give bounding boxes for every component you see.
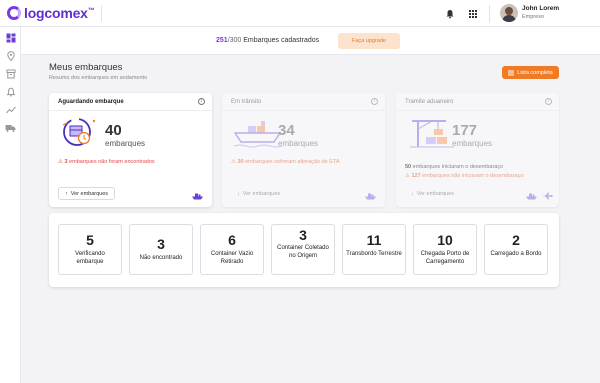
card-title: Tramite aduaneiro bbox=[405, 99, 454, 105]
arrow-down-icon: ↓ bbox=[237, 190, 240, 197]
info-icon[interactable]: i bbox=[371, 98, 378, 105]
step-label: Verificando embarque bbox=[75, 251, 105, 265]
step-card[interactable]: 5 Verificando embarque bbox=[58, 224, 122, 275]
step-card[interactable]: 2 Carregado a Bordo bbox=[484, 224, 548, 275]
step-count: 6 bbox=[228, 232, 236, 248]
step-count: 11 bbox=[366, 232, 382, 248]
view-shipments-button[interactable]: ↓ Ver embarques bbox=[231, 187, 286, 200]
port-crane-icon bbox=[410, 120, 454, 148]
avatar[interactable] bbox=[500, 4, 518, 22]
step-count: 3 bbox=[157, 236, 165, 252]
step-card[interactable]: 10 Chegada Porto de Carregamento bbox=[413, 224, 477, 275]
card-count: 40 bbox=[105, 122, 122, 139]
trend-icon[interactable] bbox=[5, 104, 16, 115]
warning-icon: ⚠ bbox=[58, 159, 63, 165]
card-count-label: embarques bbox=[278, 139, 319, 148]
info-icon[interactable]: i bbox=[545, 98, 552, 105]
divider bbox=[489, 5, 490, 23]
full-list-button[interactable]: Lista completa bbox=[502, 66, 559, 79]
archive-icon[interactable] bbox=[5, 68, 16, 79]
card-count-label: embarques bbox=[105, 139, 146, 148]
card-count: 177 bbox=[452, 122, 478, 139]
full-list-label: Lista completa bbox=[517, 69, 553, 76]
view-shipments-button[interactable]: ↑ Ver embarques bbox=[58, 187, 116, 200]
page-subtitle: Resumo dos embarques em andamento bbox=[49, 75, 148, 81]
location-pin-icon[interactable] bbox=[5, 50, 16, 61]
step-label: Container Vazio Retirado bbox=[210, 251, 254, 265]
arrow-down-icon: ↓ bbox=[411, 190, 414, 197]
step-card[interactable]: 11 Transbordo Terrestre bbox=[342, 224, 406, 275]
card-alert: ⚠ 127 embarques não iniciaram o desembar… bbox=[405, 173, 523, 179]
brand-name: logcomex bbox=[24, 5, 88, 21]
truck-icon[interactable] bbox=[5, 122, 16, 133]
step-count: 2 bbox=[512, 232, 520, 248]
dashboard-icon[interactable] bbox=[5, 32, 16, 43]
info-icon[interactable]: i bbox=[198, 98, 205, 105]
plan-used: 251 bbox=[216, 37, 228, 44]
card-in-transit: Em trânsito i 34 embarques ⚠ 30 embarque… bbox=[222, 93, 385, 207]
card-customs-clearance: Tramite aduaneiro i 177 embarques 50 emb… bbox=[396, 93, 559, 207]
clock-box-icon bbox=[62, 118, 96, 146]
step-card[interactable]: 3 Container Coletado no Origem bbox=[271, 224, 335, 275]
alarm-icon[interactable] bbox=[5, 86, 16, 97]
user-name[interactable]: John Lorem bbox=[522, 5, 559, 12]
trademark: ™ bbox=[87, 7, 95, 15]
plan-usage-bar: 251/300 Embarques cadastrados Faça upgra… bbox=[21, 27, 600, 55]
view-shipments-label: Ver embarques bbox=[70, 190, 109, 197]
user-company: Empreso bbox=[522, 14, 545, 20]
container-ship-icon bbox=[234, 121, 282, 148]
plan-usage-text: 251/300 Embarques cadastrados bbox=[216, 37, 319, 44]
page-title: Meus embarques bbox=[49, 62, 123, 73]
plane-icon bbox=[541, 192, 553, 200]
notification-bell-icon[interactable] bbox=[441, 5, 459, 23]
logo[interactable]: logcomex™ bbox=[7, 5, 95, 21]
divider bbox=[101, 5, 102, 22]
card-info-line: 50 embarques iniciaram o desembaraço bbox=[405, 164, 503, 170]
arrow-up-icon: ↑ bbox=[65, 190, 68, 197]
card-alert: ⚠ 30 embarques sofreram alteração de ETA bbox=[231, 159, 339, 165]
step-label: Não encontrado bbox=[139, 255, 183, 261]
warning-icon: ⚠ bbox=[231, 159, 236, 165]
view-shipments-label: Ver embarques bbox=[416, 190, 455, 197]
apps-grid-icon[interactable] bbox=[464, 5, 482, 23]
card-alert: ⚠ 3 embarques não foram encontrados bbox=[58, 159, 155, 165]
step-label: Chegada Porto de Carregamento bbox=[420, 251, 470, 265]
alert-text: embarques não iniciaram o desembaraço bbox=[420, 173, 524, 179]
ship-icon bbox=[192, 193, 203, 200]
info-text: embarques iniciaram o desembaraço bbox=[411, 164, 504, 170]
card-title: Em trânsito bbox=[231, 99, 262, 105]
view-shipments-label: Ver embarques bbox=[242, 190, 281, 197]
logo-mark-icon bbox=[7, 6, 21, 20]
plan-total: /300 bbox=[227, 37, 242, 44]
ship-icon bbox=[526, 193, 537, 200]
list-icon bbox=[508, 70, 515, 75]
alert-text: embarques sofreram alteração de ETA bbox=[243, 159, 340, 165]
alert-count: 127 bbox=[411, 173, 421, 179]
card-count: 34 bbox=[278, 122, 295, 139]
warning-icon: ⚠ bbox=[405, 173, 410, 179]
step-card[interactable]: 3 Não encontrado bbox=[129, 224, 193, 275]
card-title: Aguardando embarque bbox=[58, 99, 124, 105]
step-card[interactable]: 6 Container Vazio Retirado bbox=[200, 224, 264, 275]
step-count: 10 bbox=[437, 232, 453, 248]
step-label: Transbordo Terrestre bbox=[346, 251, 402, 257]
shipment-steps-panel: 5 Verificando embarque 3 Não encontrado … bbox=[49, 213, 559, 287]
step-count: 5 bbox=[86, 232, 94, 248]
upgrade-button[interactable]: Faça upgrade bbox=[338, 33, 400, 49]
step-label: Container Coletado no Origem bbox=[277, 245, 329, 259]
plan-suffix: Embarques cadastrados bbox=[241, 37, 320, 44]
view-shipments-button[interactable]: ↓ Ver embarques bbox=[405, 187, 460, 200]
sidebar bbox=[0, 27, 21, 383]
card-awaiting-shipment: Aguardando embarque i 40 embarques ⚠ 3 e… bbox=[49, 93, 212, 207]
alert-text: embarques não foram encontrados bbox=[67, 159, 155, 165]
step-count: 3 bbox=[299, 227, 307, 243]
step-label: Carregado a Bordo bbox=[490, 251, 542, 257]
ship-icon bbox=[365, 193, 376, 200]
card-count-label: embarques bbox=[452, 139, 493, 148]
top-bar: logcomex™ John Lorem Empreso bbox=[0, 0, 600, 27]
